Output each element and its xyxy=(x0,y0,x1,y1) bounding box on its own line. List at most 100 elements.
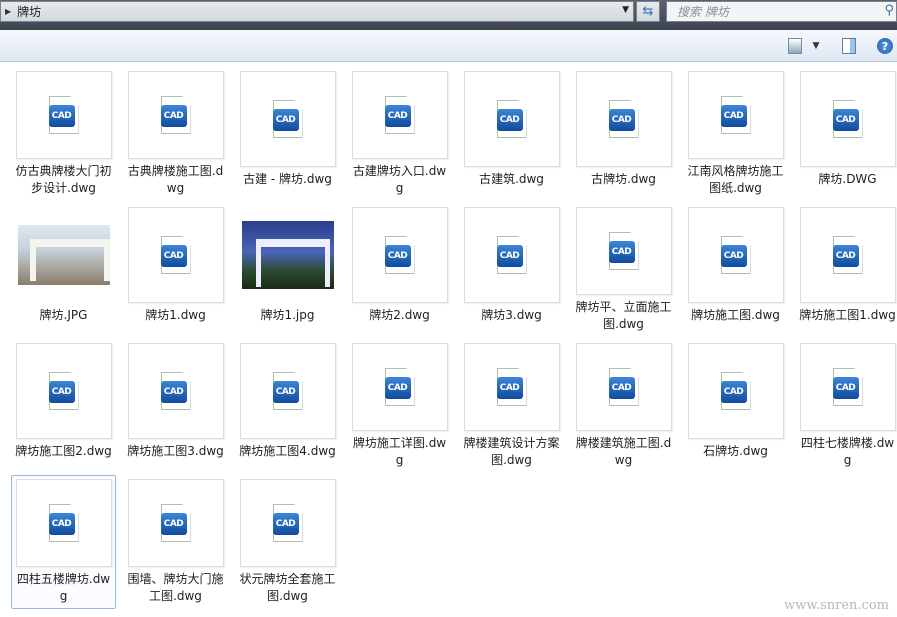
file-item[interactable]: CAD 古建牌坊入口.dwg xyxy=(347,67,452,201)
file-name: 古建牌坊入口.dwg xyxy=(352,164,447,195)
file-name: 牌楼建筑施工图.dwg xyxy=(575,436,672,467)
file-name: 牌坊施工图2.dwg xyxy=(15,444,112,458)
file-item[interactable]: CAD 石牌坊.dwg xyxy=(683,339,788,473)
file-thumbnail: CAD xyxy=(239,343,336,439)
file-name: 牌坊平、立面施工图.dwg xyxy=(575,300,672,331)
file-item[interactable]: CAD 牌坊施工图1.dwg xyxy=(795,203,897,337)
file-item[interactable]: 牌坊.JPG xyxy=(11,203,116,337)
cad-file-icon: CAD xyxy=(720,372,751,410)
file-thumbnail: CAD xyxy=(15,343,112,439)
file-thumbnail: CAD xyxy=(15,479,112,567)
file-thumbnail: CAD xyxy=(799,71,896,167)
file-name: 古典牌楼施工图.dwg xyxy=(127,164,224,195)
file-thumbnail: CAD xyxy=(127,207,224,303)
cad-file-icon: CAD xyxy=(48,372,79,410)
file-thumbnail: CAD xyxy=(127,343,224,439)
file-item[interactable]: CAD 牌坊1.dwg xyxy=(123,203,228,337)
file-item[interactable]: CAD 牌坊施工详图.dwg xyxy=(347,339,452,473)
file-item[interactable]: CAD 四柱五楼牌坊.dwg xyxy=(11,475,116,609)
file-thumbnail: CAD xyxy=(239,71,336,167)
archway-photo xyxy=(241,221,334,289)
file-name: 牌坊施工图3.dwg xyxy=(127,444,224,458)
file-item[interactable]: CAD 古典牌楼施工图.dwg xyxy=(123,67,228,201)
file-thumbnail: CAD xyxy=(575,71,672,167)
cad-file-icon: CAD xyxy=(832,236,863,274)
cad-file-icon: CAD xyxy=(832,368,863,406)
cad-file-icon: CAD xyxy=(496,100,527,138)
archway-photo xyxy=(17,225,110,285)
file-item[interactable]: CAD 牌坊施工图3.dwg xyxy=(123,339,228,473)
cad-file-icon: CAD xyxy=(272,372,303,410)
file-thumbnail: CAD xyxy=(351,343,448,431)
file-name: 古建 - 牌坊.dwg xyxy=(243,172,332,186)
file-item[interactable]: CAD 古牌坊.dwg xyxy=(571,67,676,201)
file-name: 牌坊.JPG xyxy=(39,308,88,322)
search-input[interactable]: 搜索 牌坊 ⚲ xyxy=(666,1,897,22)
file-item[interactable]: CAD 古建 - 牌坊.dwg xyxy=(235,67,340,201)
file-thumbnail: CAD xyxy=(463,343,560,431)
file-thumbnail: CAD xyxy=(575,207,672,295)
file-item[interactable]: CAD 牌坊施工图.dwg xyxy=(683,203,788,337)
file-name: 古建筑.dwg xyxy=(479,172,544,186)
file-thumbnail: CAD xyxy=(351,207,448,303)
file-thumbnail: CAD xyxy=(463,207,560,303)
breadcrumb-arrow-icon[interactable]: ▶ xyxy=(5,7,11,16)
file-item[interactable]: CAD 牌坊施工图2.dwg xyxy=(11,339,116,473)
file-name: 牌楼建筑设计方案图.dwg xyxy=(463,436,560,467)
file-item[interactable]: CAD 江南风格牌坊施工图纸.dwg xyxy=(683,67,788,201)
refresh-button[interactable]: ⇆ xyxy=(636,1,660,22)
cad-file-icon: CAD xyxy=(720,96,751,134)
file-name: 四柱五楼牌坊.dwg xyxy=(16,572,111,603)
help-icon[interactable]: ? xyxy=(877,38,893,54)
file-thumbnail: CAD xyxy=(687,343,784,439)
file-item[interactable]: CAD 仿古典牌楼大门初步设计.dwg xyxy=(11,67,116,201)
file-name: 牌坊施工图.dwg xyxy=(691,308,780,322)
cad-file-icon: CAD xyxy=(272,100,303,138)
file-thumbnail: CAD xyxy=(127,479,224,567)
image-thumbnail xyxy=(239,207,336,303)
cad-file-icon: CAD xyxy=(48,504,79,542)
cad-file-icon: CAD xyxy=(160,504,191,542)
file-thumbnail: CAD xyxy=(15,71,112,159)
file-thumbnail: CAD xyxy=(799,207,896,303)
address-bar[interactable]: ▶ 牌坊 ▼ xyxy=(0,1,634,22)
file-thumbnail: CAD xyxy=(687,207,784,303)
cad-file-icon: CAD xyxy=(48,96,79,134)
change-view-icon[interactable] xyxy=(788,38,802,54)
file-item[interactable]: CAD 牌楼建筑设计方案图.dwg xyxy=(459,339,564,473)
file-name: 围墙、牌坊大门施工图.dwg xyxy=(127,572,224,603)
file-item[interactable]: CAD 围墙、牌坊大门施工图.dwg xyxy=(123,475,228,609)
address-dropdown-icon[interactable]: ▼ xyxy=(622,5,629,15)
file-item[interactable]: CAD 牌坊2.dwg xyxy=(347,203,452,337)
file-name: 牌坊.DWG xyxy=(818,172,877,186)
file-item[interactable]: CAD 古建筑.dwg xyxy=(459,67,564,201)
file-item[interactable]: CAD 牌坊施工图4.dwg xyxy=(235,339,340,473)
file-grid: CAD 仿古典牌楼大门初步设计.dwg CAD 古典牌楼施工图.dwg CAD 古建 - … xyxy=(11,67,897,611)
file-item[interactable]: CAD 状元牌坊全套施工图.dwg xyxy=(235,475,340,609)
cad-file-icon: CAD xyxy=(608,368,639,406)
file-name: 牌坊3.dwg xyxy=(481,308,542,322)
file-name: 牌坊1.jpg xyxy=(260,308,315,322)
file-name: 牌坊施工图1.dwg xyxy=(799,308,896,322)
cad-file-icon: CAD xyxy=(384,368,415,406)
file-name: 状元牌坊全套施工图.dwg xyxy=(239,572,336,603)
file-item[interactable]: CAD 四柱七楼牌楼.dwg xyxy=(795,339,897,473)
file-name: 四柱七楼牌楼.dwg xyxy=(800,436,895,467)
cad-file-icon: CAD xyxy=(160,96,191,134)
view-dropdown-icon[interactable]: ▼ xyxy=(810,38,822,54)
search-placeholder: 搜索 牌坊 xyxy=(677,5,729,19)
file-item[interactable]: CAD 牌楼建筑施工图.dwg xyxy=(571,339,676,473)
cad-file-icon: CAD xyxy=(496,368,527,406)
file-item[interactable]: CAD 牌坊平、立面施工图.dwg xyxy=(571,203,676,337)
file-item[interactable]: CAD 牌坊.DWG xyxy=(795,67,897,201)
file-item[interactable]: 牌坊1.jpg xyxy=(235,203,340,337)
watermark: www.snren.com xyxy=(784,598,889,613)
file-thumbnail: CAD xyxy=(127,71,224,159)
preview-pane-icon[interactable] xyxy=(842,38,856,54)
file-name: 牌坊施工详图.dwg xyxy=(352,436,447,467)
command-bar: ▼ ? xyxy=(0,30,897,62)
search-icon[interactable]: ⚲ xyxy=(884,3,894,18)
breadcrumb-folder[interactable]: 牌坊 xyxy=(17,3,41,20)
image-thumbnail xyxy=(15,207,112,303)
file-item[interactable]: CAD 牌坊3.dwg xyxy=(459,203,564,337)
